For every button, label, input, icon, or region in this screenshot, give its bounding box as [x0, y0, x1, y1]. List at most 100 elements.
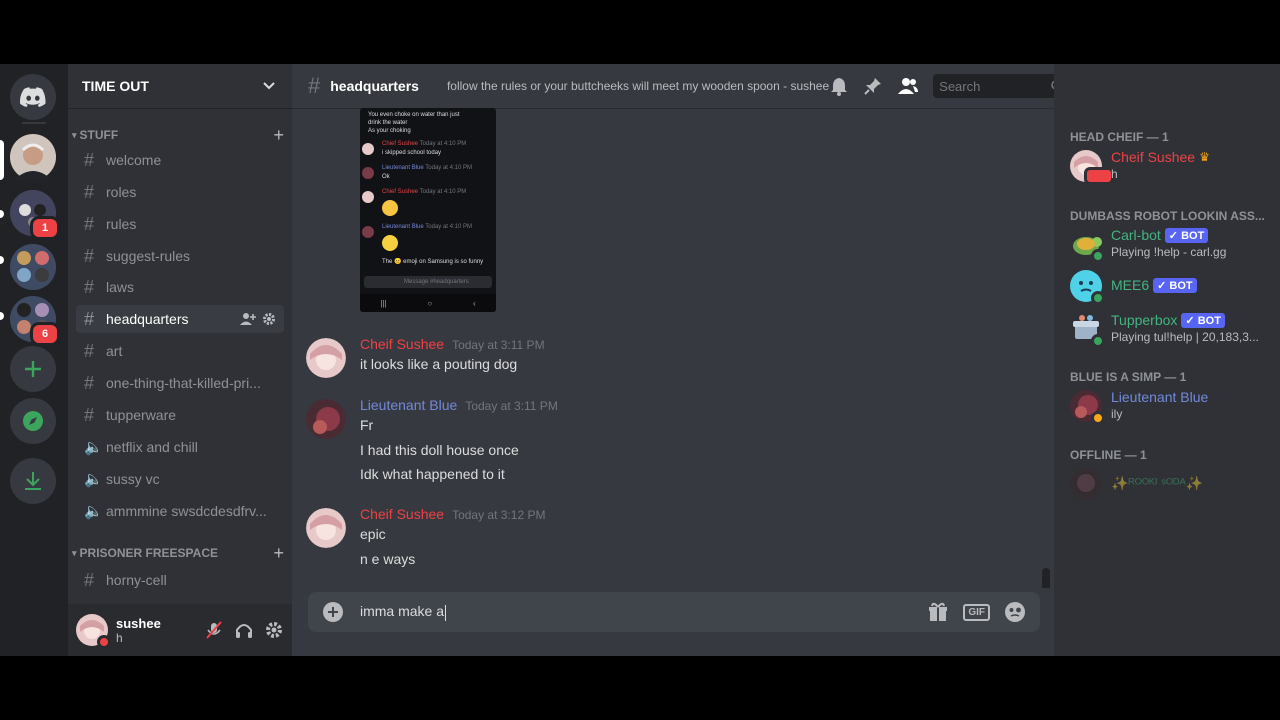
category-prisoner-freespace[interactable]: ▾ PRISONER FREESPACE + [72, 543, 284, 564]
author-avatar[interactable] [306, 399, 346, 439]
hash-icon: # [84, 404, 95, 425]
attachment-head: Lieutenant Blue Today at 4:10 PM [382, 165, 472, 171]
channel-welcome[interactable]: # welcome [76, 146, 284, 174]
settings-gear-icon[interactable] [264, 620, 284, 640]
avatar-image [1070, 468, 1102, 500]
category-stuff[interactable]: ▾ STUFF + [72, 125, 284, 146]
voice-channel-sussy[interactable]: 🔈 sussy vc [76, 465, 284, 493]
channel-one-thing[interactable]: # one-thing-that-killed-pri... [76, 369, 284, 397]
create-channel-icon[interactable]: + [273, 543, 284, 564]
neutral-emoji-icon [382, 235, 398, 251]
attachment-time: Today at 4:10 PM [419, 141, 467, 147]
member-status: Playing !help - carl.gg [1111, 245, 1227, 259]
channel-rules[interactable]: # rules [76, 210, 284, 238]
member-name-row: Lieutenant Blue [1111, 389, 1208, 405]
member-list-icon[interactable] [897, 76, 919, 96]
member-item[interactable]: Cheif Sushee ♛ h [1070, 149, 1274, 190]
starstruck-emoji-icon [382, 200, 398, 216]
bot-tag: ✓ BOT [1164, 227, 1209, 243]
channel-laws[interactable]: # laws [76, 273, 284, 301]
attachment-line: The 😐 emoji on Samsung is so funny [382, 259, 484, 265]
gift-icon[interactable] [927, 601, 949, 623]
scrollbar-thumb[interactable] [1042, 568, 1050, 588]
message-author[interactable]: Cheif Sushee [360, 336, 444, 352]
image-attachment[interactable]: You even choke on water than just drink … [360, 108, 496, 312]
create-channel-icon[interactable]: + [273, 125, 284, 146]
mute-mic-icon[interactable] [204, 620, 224, 640]
attachment-message: Chief Sushee Today at 4:10 PM [362, 189, 492, 219]
gear-icon[interactable] [262, 312, 276, 326]
channel-art[interactable]: # art [76, 337, 284, 365]
hash-icon: # [84, 181, 95, 202]
pin-icon[interactable] [863, 76, 883, 96]
channel-tupperware[interactable]: # tupperware [76, 401, 284, 429]
search-input[interactable]: Search [933, 74, 1070, 98]
server-icon-1[interactable] [10, 134, 56, 180]
speaker-icon: 🔈 [84, 439, 103, 456]
server-icon-2[interactable]: 1 [10, 190, 60, 240]
attach-plus-icon[interactable] [322, 601, 344, 623]
composer-tools: GIF [927, 601, 1026, 623]
download-apps-button[interactable] [10, 458, 56, 504]
message-input[interactable]: imma make a [360, 603, 447, 621]
channel-topic[interactable]: follow the rules or your buttcheeks will… [447, 79, 829, 93]
gif-button[interactable]: GIF [963, 603, 990, 621]
member-group-label: DUMBASS ROBOT LOOKIN ASS... [1070, 209, 1265, 223]
discord-logo-icon [20, 87, 46, 107]
channel-name: laws [106, 279, 135, 295]
channel-headquarters[interactable]: # headquarters [76, 305, 284, 333]
member-avatar [1070, 228, 1105, 263]
speaker-icon: 🔈 [84, 471, 103, 488]
guild-name: TIME OUT [82, 78, 149, 94]
attachment-nav-bar: ||| ○ ‹ [360, 294, 496, 312]
attachment-head: Lieutenant Blue Today at 4:10 PM [382, 224, 472, 230]
home-button[interactable] [10, 74, 56, 120]
channel-roles[interactable]: # roles [76, 178, 284, 206]
channel-suggest-rules[interactable]: # suggest-rules [76, 242, 284, 270]
member-item-offline[interactable]: ✨ᴿᴼᴼᴷᴵ ˢᴼᴰᴬ✨ [1070, 468, 1274, 508]
server-folder-2[interactable]: 6 [10, 296, 60, 346]
author-avatar[interactable] [306, 338, 346, 378]
message-group: Cheif Sushee Today at 3:12 PM epic n e w… [292, 506, 1032, 570]
member-item[interactable]: Carl-bot ✓ BOT Playing !help - carl.gg [1070, 227, 1274, 268]
plus-icon [25, 361, 41, 377]
author-avatar[interactable] [306, 508, 346, 548]
voice-channel-ammmine[interactable]: 🔈 ammmine swsdcdesdfrv... [76, 497, 284, 525]
member-item[interactable]: Lieutenant Blue ily [1070, 389, 1274, 430]
attachment-message: Lieutenant Blue Today at 4:10 PM Ok [362, 165, 492, 185]
member-group-label: HEAD CHEIF — 1 [1070, 130, 1169, 144]
bell-icon[interactable] [829, 76, 849, 96]
message-input-value: imma make a [360, 603, 445, 620]
hash-icon: # [84, 276, 95, 297]
channel-horny-cell[interactable]: # horny-cell [76, 566, 284, 594]
voice-channel-netflix[interactable]: 🔈 netflix and chill [76, 433, 284, 461]
home-circle-icon: ○ [427, 298, 433, 308]
channel-name: art [106, 343, 123, 359]
guild-header[interactable]: TIME OUT [68, 64, 292, 108]
member-item[interactable]: MEE6 ✓ BOT [1070, 270, 1274, 310]
user-avatar[interactable] [76, 614, 111, 649]
invite-icon[interactable] [240, 312, 256, 326]
category-chevron-icon: ▾ [72, 547, 77, 558]
server-folder-1[interactable] [10, 244, 56, 290]
emoji-picker-icon[interactable] [1004, 601, 1026, 623]
server-rail: 1 6 [0, 64, 68, 656]
hash-icon: # [84, 340, 95, 361]
message-composer[interactable]: imma make a GIF [308, 592, 1040, 632]
user-info: sushee h [116, 616, 161, 645]
back-icon: ‹ [472, 298, 476, 308]
add-server-button[interactable] [10, 346, 56, 392]
online-status-dot [1091, 334, 1105, 348]
chat-area: # headquarters follow the rules or your … [292, 64, 1137, 656]
message-author[interactable]: Cheif Sushee [360, 506, 444, 522]
member-group-label: BLUE IS A SIMP — 1 [1070, 370, 1187, 384]
attachment-head: Chief Sushee Today at 4:10 PM [382, 189, 466, 195]
channel-name: welcome [106, 152, 162, 168]
discord-window: 1 6 TIME OUT ▾ STUFF + # welcome # roles… [0, 64, 1280, 656]
headphones-icon[interactable] [234, 620, 254, 640]
message-author[interactable]: Lieutenant Blue [360, 397, 457, 413]
explore-servers-button[interactable] [10, 398, 56, 444]
member-name: Cheif Sushee [1111, 149, 1196, 165]
unread-indicator [0, 210, 4, 218]
member-item[interactable]: Tupperbox ✓ BOT Playing tul!help | 20,183… [1070, 312, 1274, 353]
